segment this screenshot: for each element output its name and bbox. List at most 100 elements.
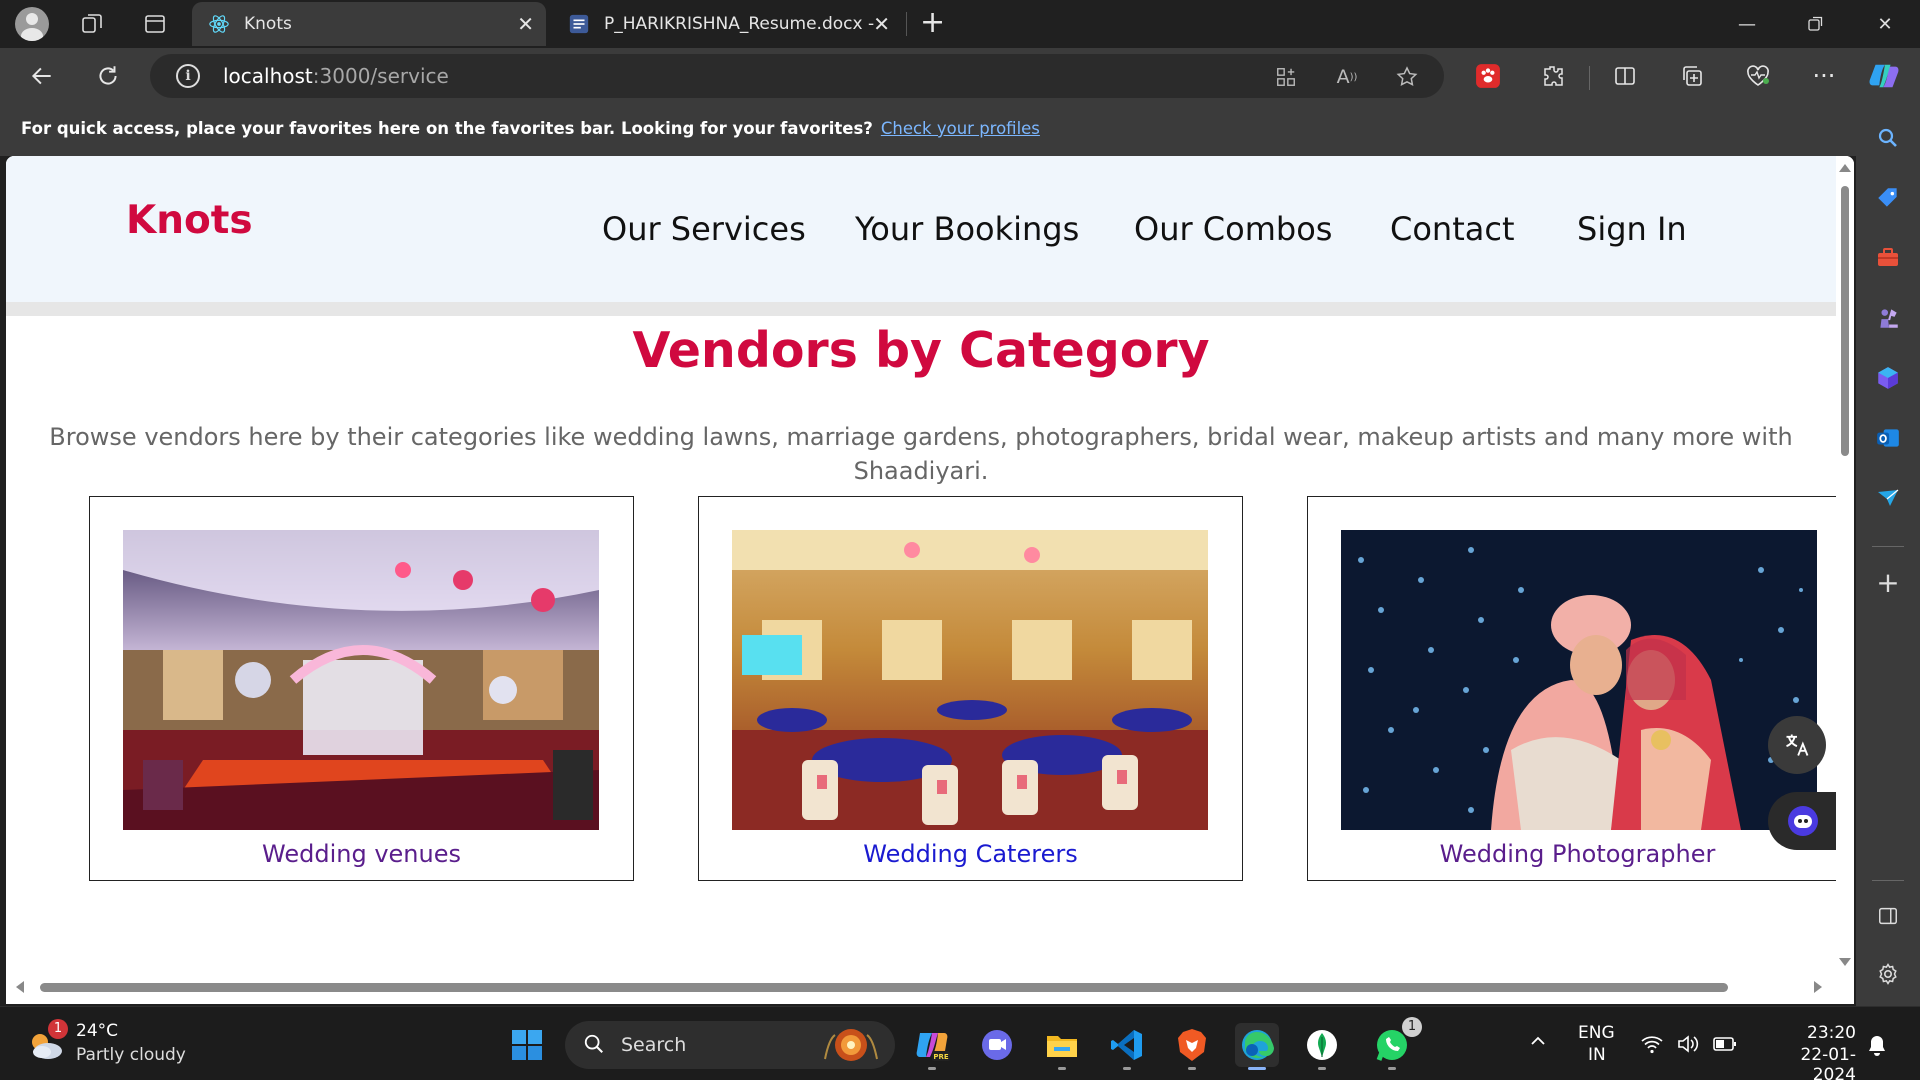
workspaces-icon[interactable]	[76, 8, 108, 40]
page-title: Vendors by Category	[632, 322, 1210, 379]
shopping-tag-icon[interactable]	[1872, 182, 1904, 214]
collections-icon[interactable]	[1676, 60, 1708, 92]
web-page-viewport: Knots Our Services Your Bookings Our Com…	[6, 156, 1854, 1004]
url-host: localhost	[223, 64, 313, 88]
vertical-scrollbar[interactable]	[1836, 156, 1854, 978]
card-caption[interactable]: Wedding Photographer	[1308, 840, 1847, 868]
caterers-hall-image[interactable]	[732, 530, 1208, 830]
site-logo[interactable]: Knots	[126, 198, 253, 243]
edge-browser-icon[interactable]	[1235, 1023, 1279, 1070]
nav-our-combos[interactable]: Our Combos	[1134, 210, 1332, 248]
horizontal-scrollbar[interactable]	[6, 978, 1836, 996]
games-chess-icon[interactable]	[1872, 302, 1904, 334]
new-tab-icon[interactable]: +	[920, 6, 945, 40]
check-profiles-link[interactable]: Check your profiles	[881, 119, 1040, 138]
tab-knots[interactable]: Knots ✕	[192, 2, 546, 46]
weather-description[interactable]: Partly cloudy	[76, 1045, 186, 1065]
address-bar[interactable]: i localhost:3000/service A))	[150, 54, 1444, 98]
tab-resume[interactable]: P_HARIKRISHNA_Resume.docx - ✕	[552, 2, 902, 46]
outlook-icon[interactable]	[1872, 422, 1904, 454]
edge-sidebar: +	[1856, 104, 1920, 1006]
extension-paw-icon[interactable]	[1472, 60, 1504, 92]
microsoft-365-icon[interactable]	[1872, 362, 1904, 394]
browser-essentials-icon[interactable]	[1742, 60, 1774, 92]
language-indicator[interactable]: ENG IN	[1578, 1023, 1615, 1065]
scroll-up-arrow-icon[interactable]	[1839, 164, 1851, 172]
more-options-icon[interactable]: ···	[1808, 60, 1840, 92]
clock-time: 23:20	[1807, 1023, 1856, 1043]
mongodb-compass-icon[interactable]	[1300, 1023, 1344, 1070]
category-card-caterers[interactable]: Wedding Caterers	[698, 496, 1243, 881]
whatsapp-notification-badge: 1	[1402, 1017, 1422, 1037]
close-tab-icon[interactable]: ✕	[517, 13, 534, 35]
scroll-down-arrow-icon[interactable]	[1839, 958, 1851, 966]
read-aloud-icon[interactable]: A))	[1333, 63, 1361, 91]
add-sidebar-app-icon[interactable]: +	[1872, 566, 1904, 599]
assistant-bot-icon[interactable]	[1768, 792, 1838, 850]
weather-temperature[interactable]: 24°C	[76, 1021, 118, 1041]
close-tab-icon[interactable]: ✕	[873, 13, 890, 35]
extensions-puzzle-icon[interactable]	[1537, 60, 1569, 92]
minimize-icon[interactable]: —	[1724, 8, 1770, 40]
horizontal-scroll-thumb[interactable]	[40, 983, 1728, 992]
nav-our-services[interactable]: Our Services	[602, 210, 806, 248]
copilot-icon[interactable]	[1868, 60, 1900, 92]
nav-contact[interactable]: Contact	[1390, 210, 1515, 248]
vertical-tabs-icon[interactable]	[139, 8, 171, 40]
vertical-scroll-thumb[interactable]	[1841, 186, 1849, 456]
scroll-left-arrow-icon[interactable]	[16, 981, 24, 993]
weather-notification-badge: 1	[48, 1019, 68, 1039]
notifications-bell-icon[interactable]	[1866, 1033, 1888, 1062]
search-highlight-icon	[819, 1025, 883, 1065]
tools-briefcase-icon[interactable]	[1872, 242, 1904, 274]
card-caption[interactable]: Wedding venues	[90, 840, 633, 868]
volume-icon[interactable]	[1676, 1033, 1702, 1060]
app-available-icon[interactable]	[1272, 63, 1300, 91]
sidebar-settings-gear-icon[interactable]	[1872, 958, 1904, 990]
back-arrow-icon[interactable]	[26, 60, 58, 92]
url-text[interactable]: localhost:3000/service	[223, 64, 449, 88]
tab-title: Knots	[244, 14, 292, 34]
search-placeholder: Search	[621, 1034, 687, 1056]
browser-title-bar: Knots ✕ P_HARIKRISHNA_Resume.docx - ✕ + …	[0, 0, 1920, 48]
running-indicator	[928, 1067, 936, 1070]
wifi-icon[interactable]	[1640, 1033, 1664, 1060]
battery-icon[interactable]	[1712, 1033, 1738, 1060]
scroll-right-arrow-icon[interactable]	[1814, 981, 1822, 993]
translate-icon[interactable]	[1768, 716, 1826, 774]
running-indicator	[1058, 1067, 1066, 1070]
site-info-icon[interactable]: i	[176, 64, 200, 88]
clock-date: 22-01-2024	[1800, 1045, 1856, 1080]
region-code: IN	[1588, 1045, 1606, 1065]
card-caption[interactable]: Wedding Caterers	[699, 840, 1242, 868]
vscode-icon[interactable]	[1105, 1023, 1149, 1070]
tab-separator	[906, 12, 907, 36]
hide-sidebar-icon[interactable]	[1872, 900, 1904, 932]
search-icon[interactable]	[1872, 122, 1904, 154]
file-explorer-icon[interactable]	[1040, 1023, 1084, 1070]
drop-send-icon[interactable]	[1872, 482, 1904, 514]
taskbar-search[interactable]: Search	[565, 1021, 895, 1069]
profile-avatar-icon[interactable]	[15, 7, 49, 41]
windows-start-icon[interactable]	[505, 1023, 549, 1067]
brave-browser-icon[interactable]	[1170, 1023, 1214, 1070]
search-icon	[583, 1033, 605, 1061]
sidebar-separator	[1872, 880, 1904, 881]
whatsapp-icon[interactable]: 1	[1370, 1017, 1422, 1070]
split-screen-icon[interactable]	[1609, 60, 1641, 92]
copilot-preview-icon[interactable]: PRE	[910, 1023, 954, 1070]
close-window-icon[interactable]: ✕	[1862, 8, 1908, 40]
nav-your-bookings[interactable]: Your Bookings	[855, 210, 1079, 248]
venue-hall-image[interactable]	[123, 530, 599, 830]
category-card-photographer[interactable]: Wedding Photographer	[1307, 496, 1847, 881]
couple-photo-image[interactable]	[1341, 530, 1817, 830]
nav-sign-in[interactable]: Sign In	[1577, 210, 1687, 248]
refresh-icon[interactable]	[92, 60, 124, 92]
show-hidden-icons-chevron-icon[interactable]	[1528, 1031, 1548, 1056]
clock[interactable]: 23:20 22-01-2024	[1760, 1023, 1856, 1080]
restore-icon[interactable]	[1793, 8, 1839, 40]
category-card-venues[interactable]: Wedding venues	[89, 496, 634, 881]
favorite-star-icon[interactable]	[1393, 63, 1421, 91]
toolbar-separator	[1589, 66, 1590, 90]
teams-meet-icon[interactable]	[975, 1023, 1019, 1067]
